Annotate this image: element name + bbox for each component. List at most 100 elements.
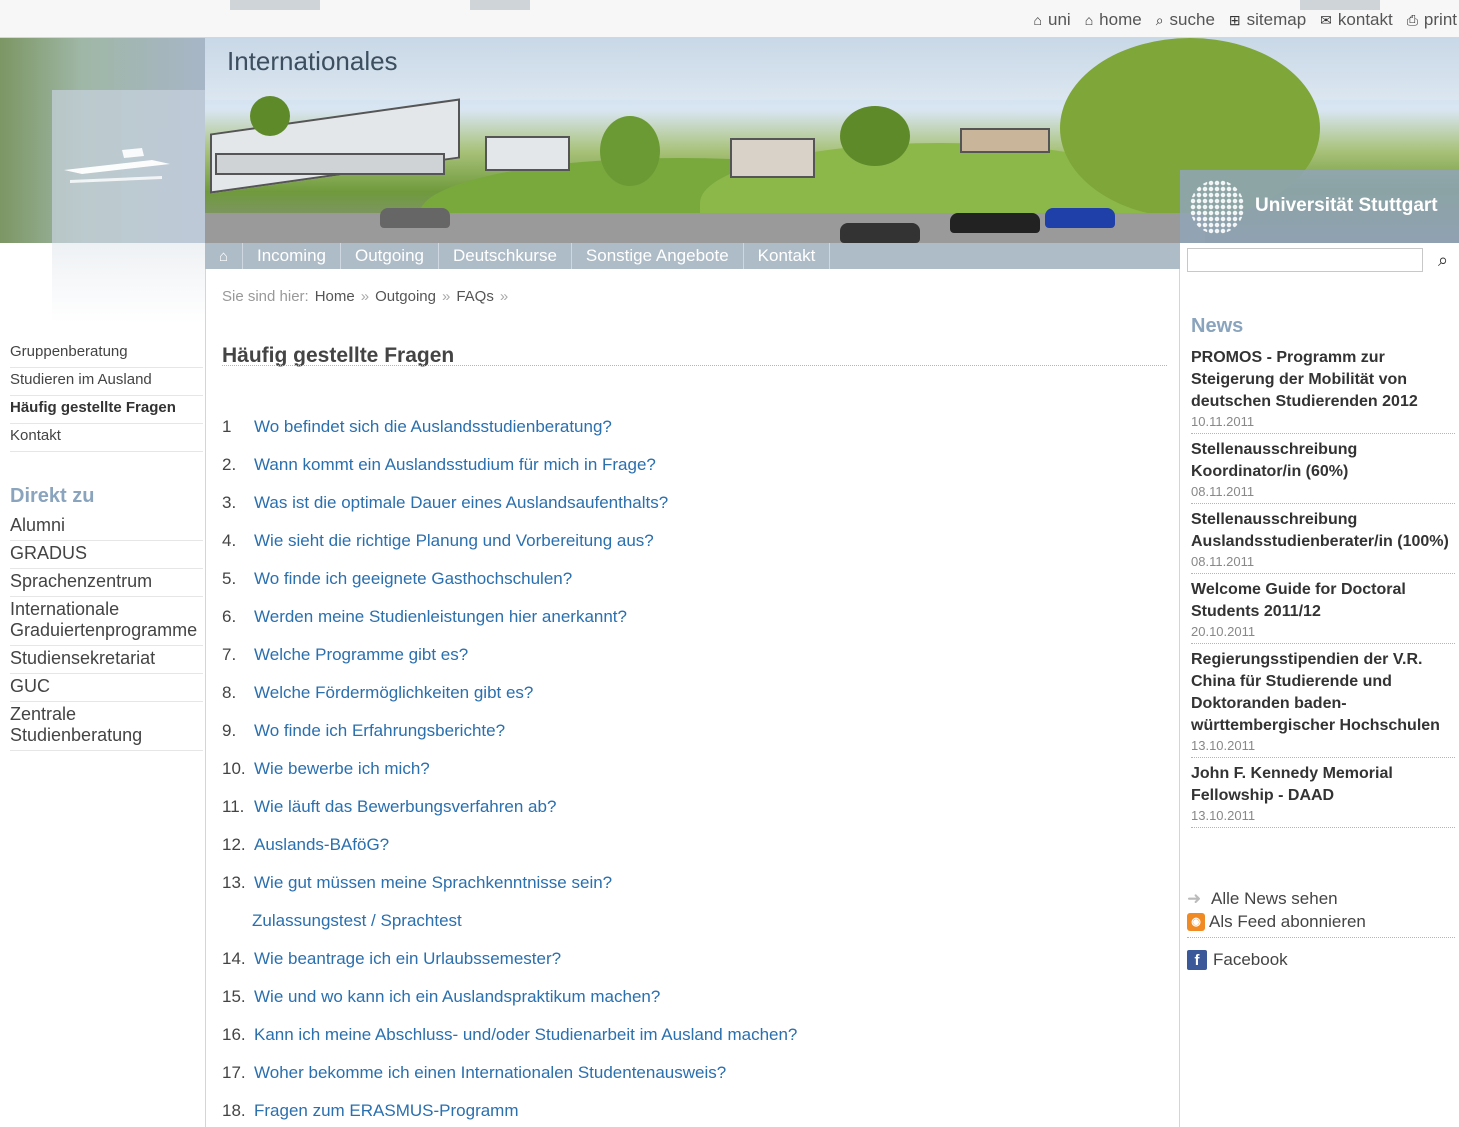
- news-headline[interactable]: John F. Kennedy Memorial Fellowship - DA…: [1191, 763, 1455, 807]
- faq-link[interactable]: Wie beantrage ich ein Urlaubssemester?: [254, 949, 561, 969]
- header-left-photo: [0, 38, 205, 243]
- utility-link-label: home: [1099, 10, 1142, 29]
- car: [380, 208, 450, 228]
- search-button[interactable]: ⌕: [1431, 247, 1455, 273]
- sitemap-icon: ⊞: [1228, 11, 1241, 28]
- news-item: Stellenausschreibung Auslandsstudienbera…: [1191, 509, 1455, 574]
- faq-link[interactable]: Fragen zum ERASMUS-Programm: [254, 1101, 519, 1121]
- sidebar-item[interactable]: Häufig gestellte Fragen: [10, 396, 203, 424]
- nav-item-deutschkurse[interactable]: Deutschkurse: [439, 243, 572, 269]
- faq-item: 15. Wie und wo kann ich ein Auslandsprakt…: [222, 987, 1162, 1025]
- faq-number: 11.: [222, 797, 245, 816]
- utility-link-print[interactable]: ⎙ print: [1407, 10, 1457, 30]
- faq-link[interactable]: Wie läuft das Bewerbungsverfahren ab?: [254, 797, 556, 817]
- faq-link[interactable]: Welche Fördermöglichkeiten gibt es?: [254, 683, 533, 703]
- all-news-link[interactable]: ➜ Alle News sehen: [1187, 887, 1455, 910]
- direkt-link[interactable]: Alumni: [10, 513, 203, 541]
- news-headline[interactable]: Regierungsstipendien der V.R. China für …: [1191, 649, 1455, 737]
- faq-link[interactable]: Auslands-BAföG?: [254, 835, 389, 855]
- direkt-link[interactable]: Zentrale Studienberatung: [10, 702, 203, 751]
- utility-link-label: suche: [1169, 10, 1215, 29]
- nav-home-button[interactable]: ⌂: [205, 243, 243, 269]
- utility-link-home[interactable]: ⌂ home: [1085, 10, 1142, 30]
- direkt-link[interactable]: Sprachenzentrum: [10, 569, 203, 597]
- house-icon: ⌂: [218, 247, 229, 265]
- utility-links: ⌂ uni ⌂ home ⌕ suche ⊞ sitemap ✉ kontakt ⎙ print: [1034, 10, 1457, 30]
- faq-link[interactable]: Werden meine Studienleistungen hier aner…: [254, 607, 627, 627]
- feed-label: Als Feed abonnieren: [1209, 911, 1366, 931]
- facebook-icon: f: [1187, 950, 1207, 970]
- faq-item: 1 Wo befindet sich die Auslandsstudienber…: [222, 417, 1162, 455]
- direkt-link[interactable]: GUC: [10, 674, 203, 702]
- topbar-decor: [470, 0, 530, 10]
- faq-number: 8.: [222, 683, 237, 702]
- faq-number: 5.: [222, 569, 237, 588]
- nav-item-outgoing[interactable]: Outgoing: [341, 243, 439, 269]
- faq-number: 13.: [222, 873, 246, 892]
- nav-item-incoming[interactable]: Incoming: [243, 243, 341, 269]
- direkt-link[interactable]: Internationale Graduiertenprogramme: [10, 597, 203, 646]
- faq-link[interactable]: Was ist die optimale Dauer eines Ausland…: [254, 493, 668, 513]
- news-headline[interactable]: PROMOS - Programm zur Steigerung der Mob…: [1191, 347, 1455, 413]
- news-date: 08.11.2011: [1191, 554, 1255, 569]
- tree: [600, 116, 660, 186]
- nav-item-kontakt[interactable]: Kontakt: [744, 243, 831, 269]
- faq-item: 11. Wie läuft das Bewerbungsverfahren ab?: [222, 797, 1162, 835]
- facebook-link[interactable]: f Facebook: [1187, 950, 1455, 970]
- news-date: 13.10.2011: [1191, 808, 1256, 823]
- direkt-link[interactable]: Studiensekretariat: [10, 646, 203, 674]
- faq-link[interactable]: Zulassungstest / Sprachtest: [252, 911, 462, 931]
- utility-link-label: kontakt: [1337, 10, 1393, 29]
- news-headline[interactable]: Stellenausschreibung Auslandsstudienbera…: [1191, 509, 1455, 553]
- topbar-decor: [1300, 0, 1380, 10]
- faq-list: 1 Wo befindet sich die Auslandsstudienber…: [222, 417, 1162, 1127]
- topbar-decor: [230, 0, 320, 10]
- header-banner: Internationales Universität Stuttgart: [0, 38, 1459, 243]
- direkt-link[interactable]: GRADUS: [10, 541, 203, 569]
- faq-item: 7. Welche Programme gibt es?: [222, 645, 1162, 683]
- faq-link[interactable]: Welche Programme gibt es?: [254, 645, 468, 665]
- faq-item: 3. Was ist die optimale Dauer eines Ausla…: [222, 493, 1162, 531]
- utility-link-suche[interactable]: ⌕ suche: [1156, 10, 1215, 30]
- university-logo[interactable]: Universität Stuttgart: [1180, 170, 1459, 243]
- building: [730, 138, 815, 178]
- news-headline[interactable]: Stellenausschreibung Koordinator/in (60%…: [1191, 439, 1455, 483]
- utility-link-uni[interactable]: ⌂ uni: [1034, 10, 1071, 30]
- building: [485, 136, 570, 171]
- faq-item: 17. Woher bekomme ich einen International…: [222, 1063, 1162, 1101]
- university-emblem-icon: [1190, 180, 1244, 234]
- faq-link[interactable]: Wie bewerbe ich mich?: [254, 759, 430, 779]
- breadcrumb-link[interactable]: Outgoing: [375, 288, 436, 305]
- utility-link-sitemap[interactable]: ⊞ sitemap: [1229, 10, 1306, 30]
- building: [210, 98, 460, 194]
- nav-item-sonstige-angebote[interactable]: Sonstige Angebote: [572, 243, 744, 269]
- tree: [840, 106, 910, 166]
- faq-link[interactable]: Wo finde ich Erfahrungsberichte?: [254, 721, 505, 741]
- news-headline[interactable]: Welcome Guide for Doctoral Students 2011…: [1191, 579, 1455, 623]
- sidebar-item[interactable]: Gruppenberatung: [10, 340, 203, 368]
- house-icon: ⌂: [1033, 12, 1042, 28]
- faq-link[interactable]: Wo befindet sich die Auslandsstudienbera…: [254, 417, 612, 437]
- search-input[interactable]: [1187, 248, 1423, 272]
- sidebar-item[interactable]: Studieren im Ausland: [10, 368, 203, 396]
- faq-link[interactable]: Wie sieht die richtige Planung und Vorbe…: [254, 531, 654, 551]
- faq-link[interactable]: Wie gut müssen meine Sprachkenntnisse se…: [254, 873, 612, 893]
- arrow-right-icon: ➜: [1187, 888, 1202, 908]
- utility-link-kontakt[interactable]: ✉ kontakt: [1320, 10, 1393, 30]
- sidebar-item[interactable]: Kontakt: [10, 424, 203, 452]
- faq-link[interactable]: Kann ich meine Abschluss- und/oder Studi…: [254, 1025, 797, 1045]
- faq-item: Zulassungstest / Sprachtest: [222, 911, 1162, 949]
- faq-link[interactable]: Wann kommt ein Auslandsstudium für mich …: [254, 455, 656, 475]
- feed-subscribe-link[interactable]: ◉ Als Feed abonnieren: [1187, 910, 1455, 933]
- faq-number: 10.: [222, 759, 246, 778]
- university-name: Universität Stuttgart: [1255, 195, 1438, 216]
- faq-link[interactable]: Woher bekomme ich einen Internationalen …: [254, 1063, 726, 1083]
- envelope-icon: ✉: [1320, 11, 1332, 28]
- tree: [250, 96, 290, 136]
- news-actions: ➜ Alle News sehen ◉ Als Feed abonnieren …: [1187, 887, 1455, 970]
- utility-link-label: uni: [1048, 10, 1071, 29]
- breadcrumb-link[interactable]: Home: [315, 288, 355, 305]
- breadcrumb-link[interactable]: FAQs: [456, 288, 494, 305]
- faq-link[interactable]: Wie und wo kann ich ein Auslandspraktiku…: [254, 987, 660, 1007]
- faq-link[interactable]: Wo finde ich geeignete Gasthochschulen?: [254, 569, 572, 589]
